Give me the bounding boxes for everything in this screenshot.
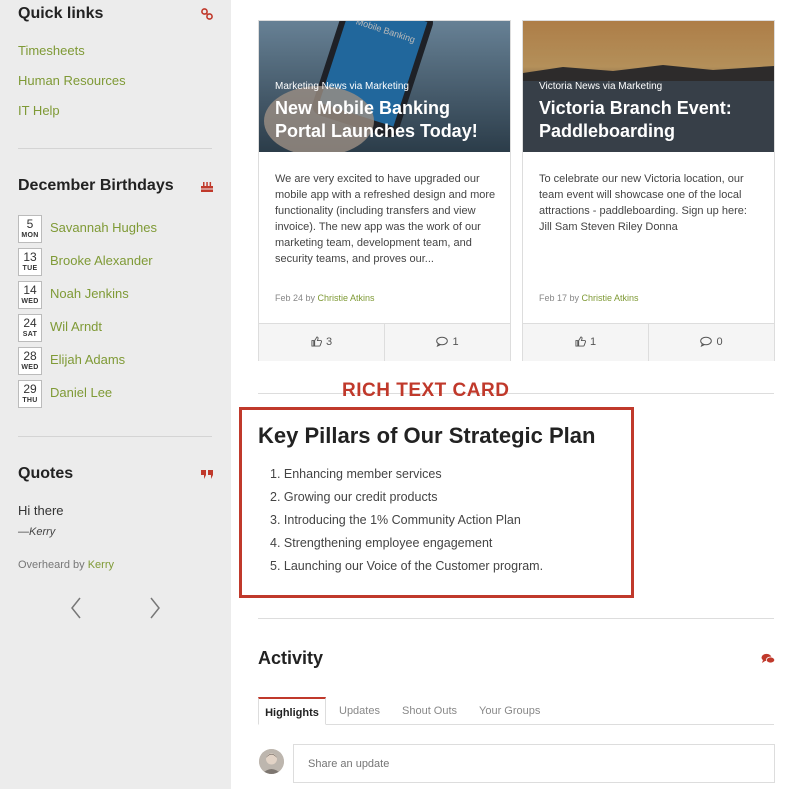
like-button[interactable]: 3	[259, 324, 384, 361]
news-title[interactable]: Victoria Branch Event: Paddleboarding	[539, 97, 764, 143]
birthday-person-link[interactable]: Wil Arndt	[50, 319, 102, 334]
news-card[interactable]: Victoria News via Marketing Victoria Bra…	[522, 20, 775, 361]
thumbs-up-icon	[575, 336, 586, 347]
news-card-image: Mobile Banking Marketing News via Market…	[259, 21, 510, 152]
tab-shout-outs[interactable]: Shout Outs	[402, 697, 457, 725]
birthday-item: 13 TUE Brooke Alexander	[18, 248, 218, 276]
rich-text-title: Key Pillars of Our Strategic Plan	[258, 423, 596, 448]
quick-link-human-resources[interactable]: Human Resources	[18, 73, 126, 88]
chat-bubbles-icon	[761, 652, 776, 664]
quick-link-it-help[interactable]: IT Help	[18, 103, 60, 118]
rich-text-list-item: 1. Enhancing member services	[270, 467, 442, 481]
birthday-person-link[interactable]: Savannah Hughes	[50, 220, 157, 235]
birthday-item: 14 WED Noah Jenkins	[18, 281, 218, 309]
quote-attribution: Overheard by Kerry	[18, 559, 114, 571]
news-author-link[interactable]: Christie Atkins	[318, 293, 375, 303]
quote-author: —Kerry	[18, 526, 56, 538]
date-badge: 5 MON	[18, 215, 42, 243]
birthday-item: 29 THU Daniel Lee	[18, 380, 218, 408]
date-badge: 28 WED	[18, 347, 42, 375]
tab-highlights[interactable]: Highlights	[258, 697, 326, 725]
comment-icon	[436, 336, 449, 348]
sidebar: Quick links Timesheets Human Resources I…	[0, 0, 231, 789]
news-card-footer: 3 1	[259, 323, 510, 361]
divider	[258, 393, 774, 394]
divider	[18, 148, 212, 149]
link-icon	[200, 7, 214, 21]
birthday-item: 24 SAT Wil Arndt	[18, 314, 218, 342]
birthday-person-link[interactable]: Elijah Adams	[50, 352, 125, 367]
overheard-by-link[interactable]: Kerry	[88, 559, 114, 571]
tab-your-groups[interactable]: Your Groups	[479, 697, 540, 725]
date-badge: 24 SAT	[18, 314, 42, 342]
date-badge: 29 THU	[18, 380, 42, 408]
news-meta: Feb 17 by Christie Atkins	[539, 293, 639, 303]
news-card-image: Victoria News via Marketing Victoria Bra…	[523, 21, 774, 152]
birthday-item: 28 WED Elijah Adams	[18, 347, 218, 375]
quote-text: Hi there	[18, 503, 64, 518]
quote-icon	[200, 467, 214, 481]
page: Quick links Timesheets Human Resources I…	[0, 0, 800, 789]
activity-heading: Activity	[258, 648, 324, 668]
birthdays-heading: December Birthdays	[18, 177, 174, 194]
news-source: Marketing News via Marketing	[275, 81, 409, 92]
news-author-link[interactable]: Christie Atkins	[582, 293, 639, 303]
thumbs-up-icon	[311, 336, 322, 347]
previous-quote-arrow-icon[interactable]	[69, 596, 83, 620]
rich-text-list-item: 4. Strengthening employee engagement	[270, 536, 493, 550]
news-meta: Feb 24 by Christie Atkins	[275, 293, 375, 303]
cake-icon	[200, 179, 214, 193]
rich-text-card-label: RICH TEXT CARD	[342, 380, 510, 401]
comment-button[interactable]: 0	[649, 324, 774, 361]
date-badge: 13 TUE	[18, 248, 42, 276]
date-badge: 14 WED	[18, 281, 42, 309]
news-card[interactable]: Mobile Banking Marketing News via Market…	[258, 20, 511, 361]
comment-icon	[700, 336, 713, 348]
like-button[interactable]: 1	[523, 324, 648, 361]
rich-text-list-item: 3. Introducing the 1% Community Action P…	[270, 513, 521, 527]
quick-links-heading: Quick links	[18, 5, 104, 22]
news-title[interactable]: New Mobile Banking Portal Launches Today…	[275, 97, 500, 143]
rich-text-list-item: 2. Growing our credit products	[270, 490, 438, 504]
quick-link-timesheets[interactable]: Timesheets	[18, 43, 85, 58]
news-card-footer: 1 0	[523, 323, 774, 361]
share-update-input[interactable]	[293, 744, 775, 783]
birthday-person-link[interactable]: Brooke Alexander	[50, 253, 153, 268]
birthday-person-link[interactable]: Daniel Lee	[50, 385, 112, 400]
rich-text-list-item: 5. Launching our Voice of the Customer p…	[270, 559, 544, 573]
birthday-person-link[interactable]: Noah Jenkins	[50, 286, 129, 301]
news-source: Victoria News via Marketing	[539, 81, 663, 92]
comment-button[interactable]: 1	[385, 324, 510, 361]
news-excerpt: To celebrate our new Victoria location, …	[539, 173, 747, 233]
next-quote-arrow-icon[interactable]	[148, 596, 162, 620]
news-excerpt: We are very excited to have upgraded our…	[275, 173, 496, 265]
quotes-heading: Quotes	[18, 465, 74, 482]
birthday-item: 5 MON Savannah Hughes	[18, 215, 218, 243]
tab-updates[interactable]: Updates	[339, 697, 380, 725]
avatar	[259, 749, 284, 774]
divider	[258, 618, 774, 619]
divider	[18, 436, 212, 437]
